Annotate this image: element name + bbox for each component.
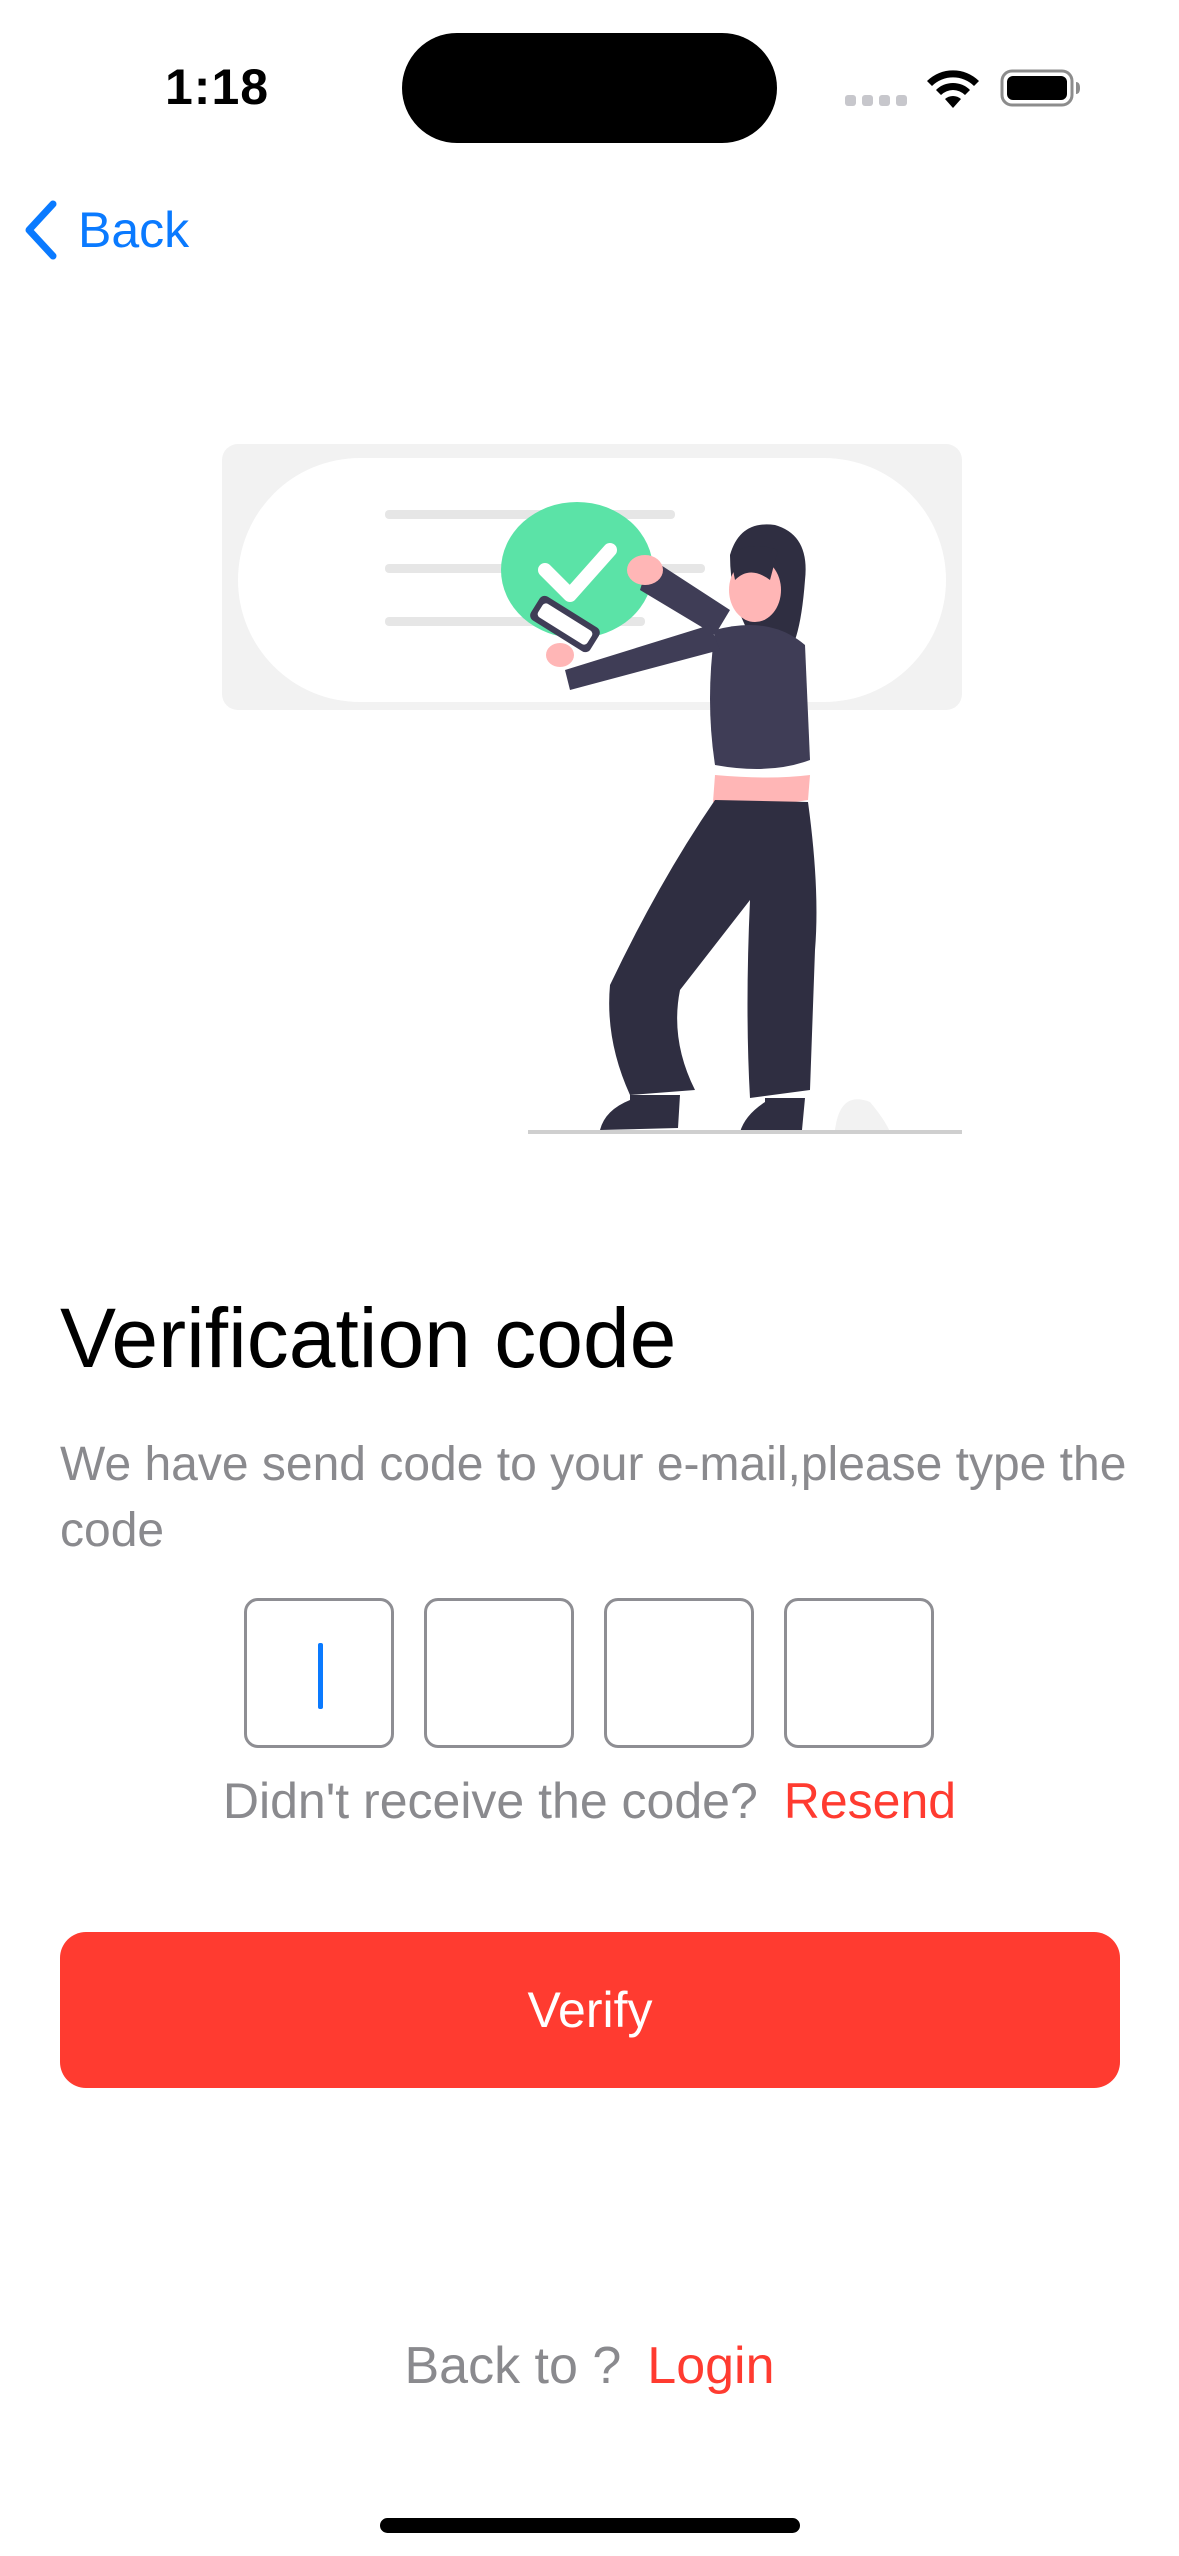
back-label: Back — [78, 202, 190, 258]
code-input-group — [244, 1598, 934, 1748]
back-button[interactable]: Back — [22, 190, 189, 270]
resend-row: Didn't receive the code? Resend — [0, 1772, 1179, 1830]
verification-screen: 1:18 Back Verification code We have send… — [0, 0, 1179, 2556]
verification-illustration — [222, 444, 962, 1134]
battery-icon — [1000, 69, 1080, 107]
page-title: Verification code — [60, 1291, 677, 1385]
code-digit-4-input[interactable] — [784, 1598, 934, 1748]
resend-question: Didn't receive the code? — [222, 1773, 758, 1829]
login-link[interactable]: Login — [647, 2336, 774, 2396]
status-time: 1:18 — [165, 59, 270, 115]
dynamic-island — [402, 33, 777, 143]
code-digit-3-input[interactable] — [604, 1598, 754, 1748]
text-caret — [318, 1643, 323, 1709]
code-digit-1-input[interactable] — [244, 1598, 394, 1748]
cellular-signal-icon — [845, 95, 907, 106]
chevron-left-icon — [25, 200, 57, 260]
code-digit-2-input[interactable] — [424, 1598, 574, 1748]
login-row: Back to ? Login — [0, 2336, 1179, 2396]
resend-link[interactable]: Resend — [784, 1772, 956, 1830]
subtitle-text: We have send code to your e-mail,please … — [60, 1438, 1127, 1557]
verify-button[interactable]: Verify — [60, 1932, 1120, 2088]
wifi-icon — [927, 70, 979, 108]
home-indicator — [380, 2518, 800, 2533]
back-to-question: Back to ? — [404, 2337, 622, 2395]
